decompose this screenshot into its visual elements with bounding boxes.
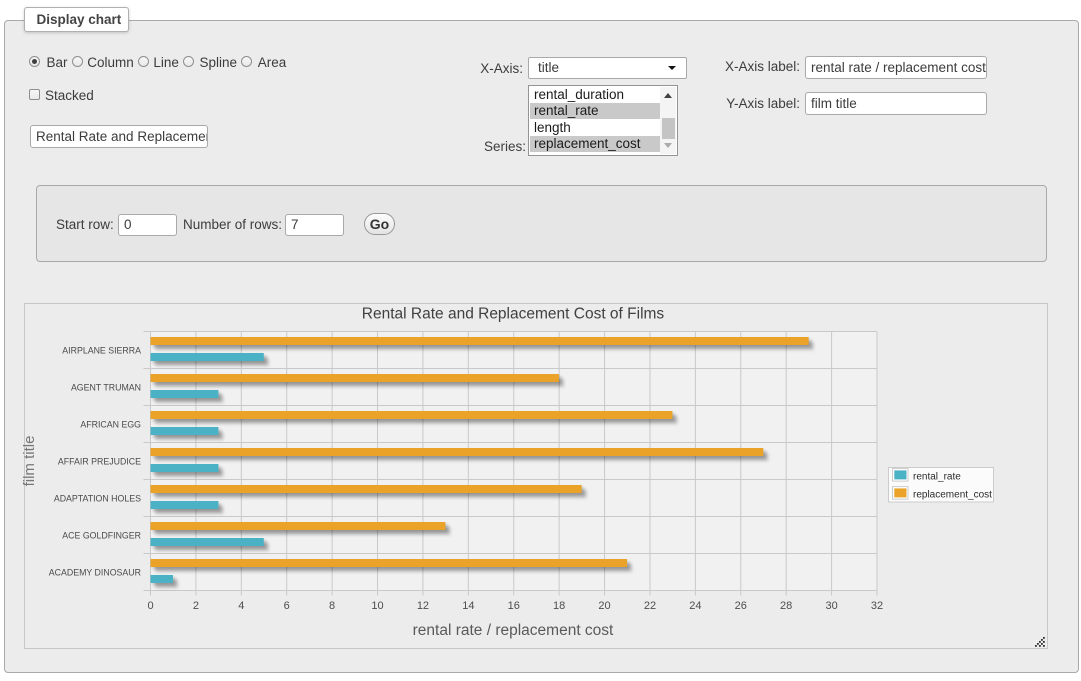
svg-text:10: 10 bbox=[371, 600, 383, 612]
svg-text:rental rate / replacement cost: rental rate / replacement cost bbox=[413, 622, 614, 639]
svg-text:20: 20 bbox=[598, 600, 610, 612]
svg-text:32: 32 bbox=[871, 600, 883, 612]
svg-text:AFFAIR PREJUDICE: AFFAIR PREJUDICE bbox=[58, 457, 141, 467]
svg-text:12: 12 bbox=[417, 600, 429, 612]
svg-text:replacement_cost: replacement_cost bbox=[913, 490, 992, 501]
svg-text:Rental Rate and Replacement Co: Rental Rate and Replacement Cost of Film… bbox=[362, 306, 665, 323]
svg-text:0: 0 bbox=[147, 600, 153, 612]
svg-text:AIRPLANE SIERRA: AIRPLANE SIERRA bbox=[62, 346, 141, 356]
svg-text:18: 18 bbox=[553, 600, 565, 612]
svg-text:28: 28 bbox=[780, 600, 792, 612]
svg-text:22: 22 bbox=[644, 600, 656, 612]
svg-text:AFRICAN EGG: AFRICAN EGG bbox=[80, 420, 141, 430]
svg-text:26: 26 bbox=[735, 600, 747, 612]
svg-text:ADAPTATION HOLES: ADAPTATION HOLES bbox=[54, 494, 141, 504]
svg-text:16: 16 bbox=[508, 600, 520, 612]
svg-text:ACADEMY DINOSAUR: ACADEMY DINOSAUR bbox=[49, 568, 141, 578]
svg-text:2: 2 bbox=[193, 600, 199, 612]
svg-text:4: 4 bbox=[238, 600, 244, 612]
svg-text:ACE GOLDFINGER: ACE GOLDFINGER bbox=[62, 531, 141, 541]
svg-text:30: 30 bbox=[825, 600, 837, 612]
svg-text:rental_rate: rental_rate bbox=[913, 472, 961, 483]
svg-text:AGENT TRUMAN: AGENT TRUMAN bbox=[71, 383, 141, 393]
svg-text:24: 24 bbox=[689, 600, 701, 612]
svg-text:6: 6 bbox=[284, 600, 290, 612]
svg-text:14: 14 bbox=[462, 600, 474, 612]
svg-text:film title: film title bbox=[21, 436, 38, 487]
svg-text:8: 8 bbox=[329, 600, 335, 612]
